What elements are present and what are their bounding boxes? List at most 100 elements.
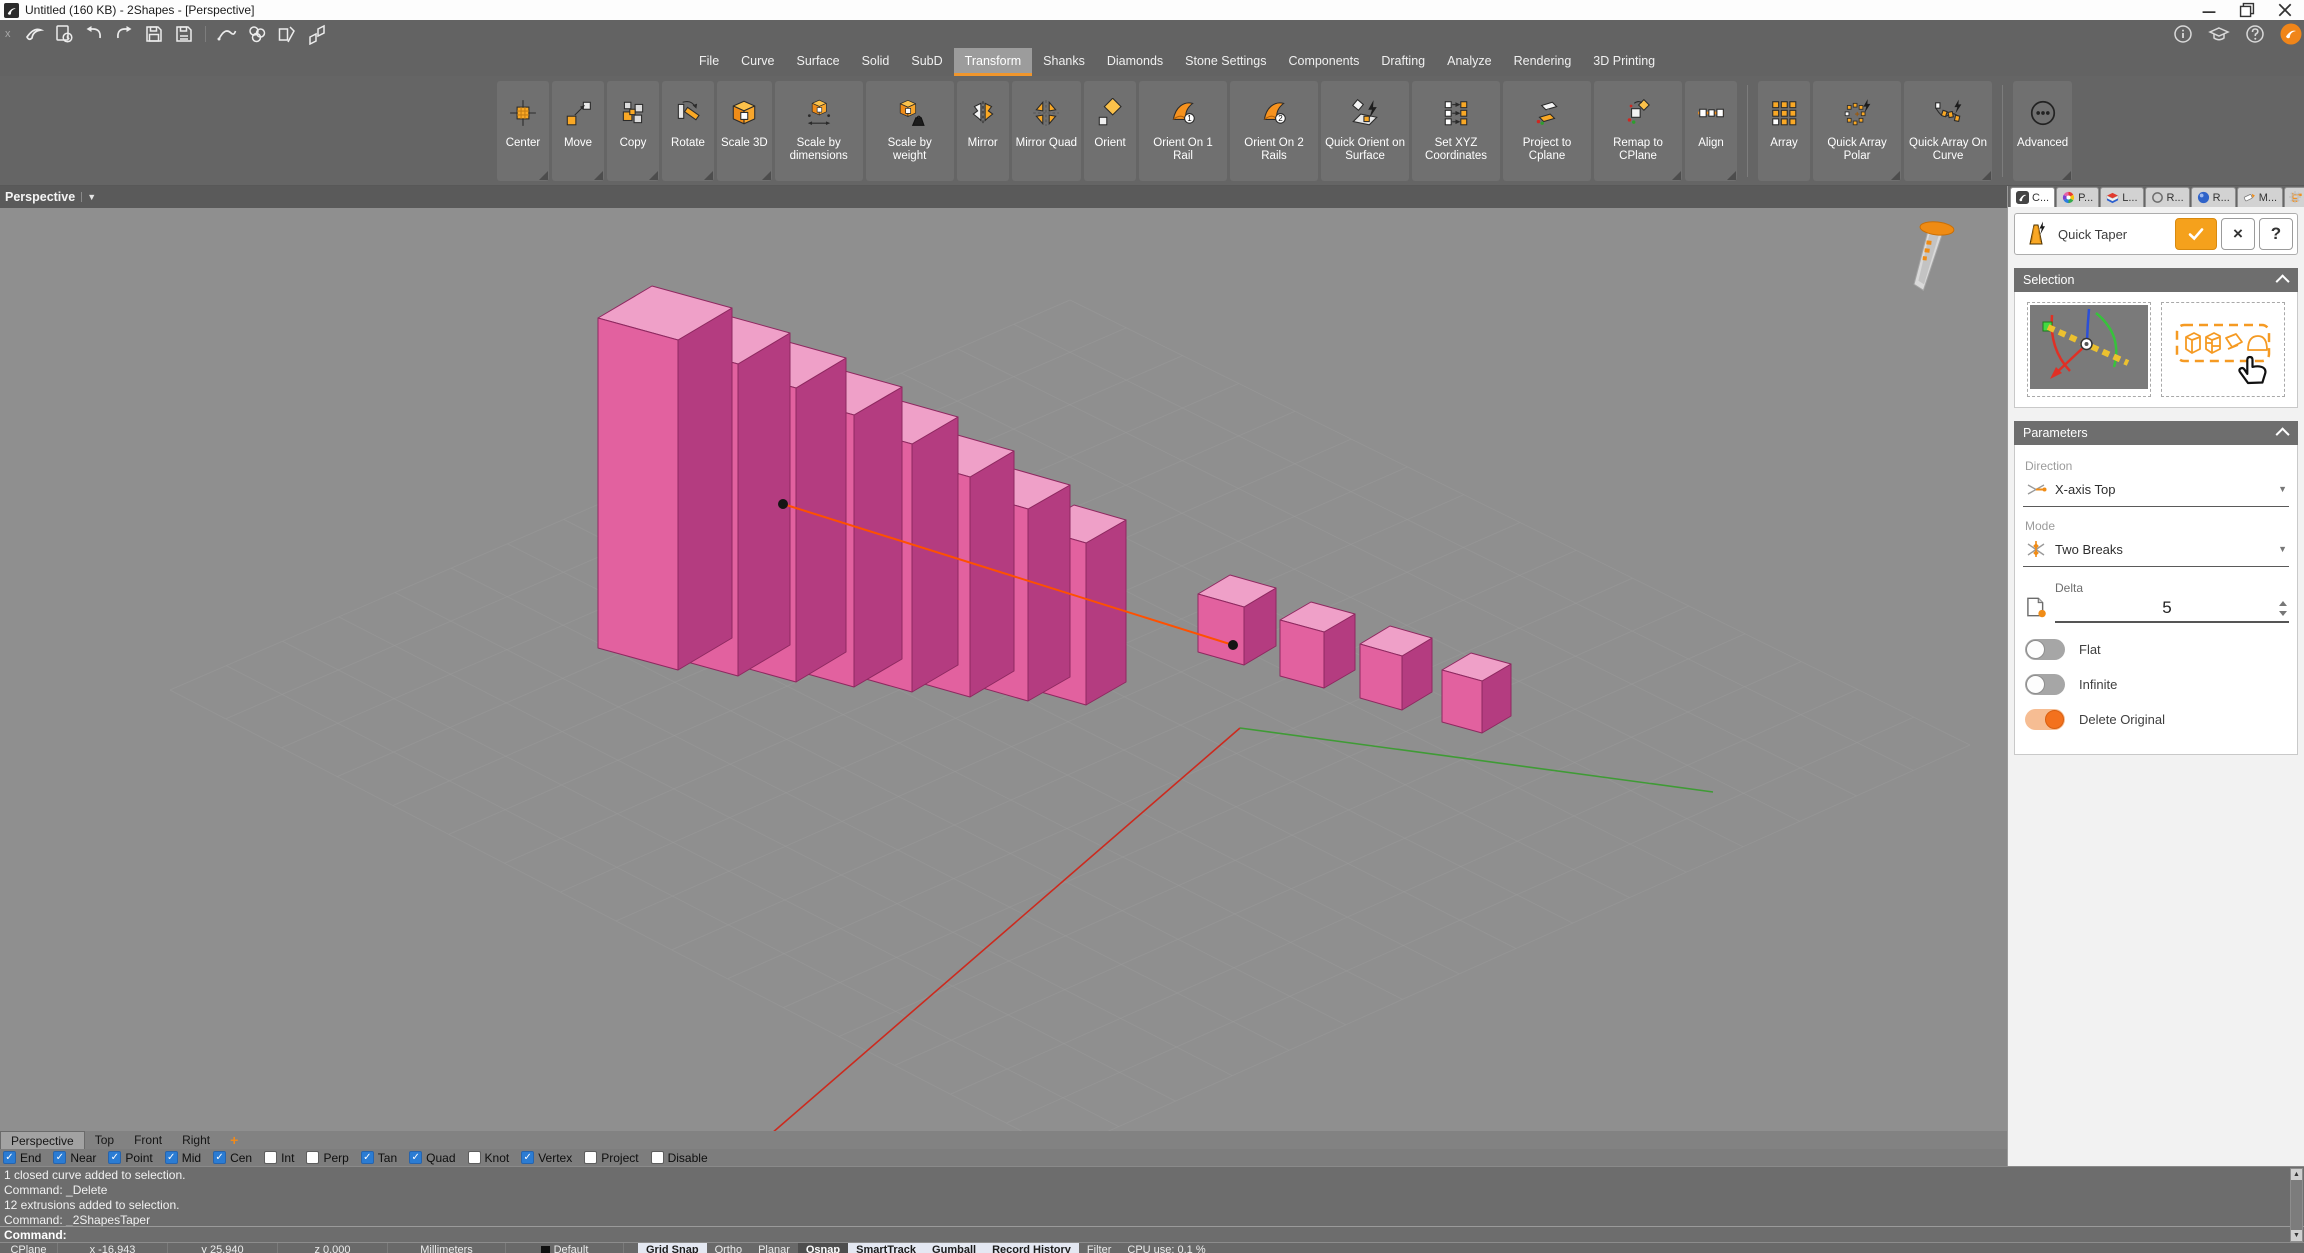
2shapes-badge-icon[interactable]: [2280, 23, 2302, 45]
ok-button[interactable]: [2175, 218, 2217, 250]
ribbon-button-rotate[interactable]: Rotate: [662, 81, 714, 181]
osnap-mid[interactable]: ✓Mid: [165, 1151, 201, 1165]
panel-tab-p[interactable]: P...: [2056, 187, 2099, 207]
ribbon-button-mirror[interactable]: Mirror: [957, 81, 1009, 181]
viewport-tab-front[interactable]: Front: [124, 1131, 172, 1149]
viewport-menu-dropdown-icon[interactable]: ▼: [81, 192, 96, 202]
osnap-vertex[interactable]: ✓Vertex: [521, 1151, 572, 1165]
osnap-point[interactable]: ✓Point: [108, 1151, 152, 1165]
panel-tab-r[interactable]: R...: [2145, 187, 2190, 207]
spinner-up-icon[interactable]: [2279, 601, 2287, 606]
menu-tab-rendering[interactable]: Rendering: [1503, 48, 1583, 76]
2shapes-logo-icon[interactable]: [23, 23, 45, 45]
viewport-canvas[interactable]: [0, 208, 2007, 1131]
ribbon-button-quick-array-on-curve[interactable]: Quick Array On Curve: [1904, 81, 1992, 181]
status-toggle-ortho[interactable]: Ortho: [707, 1243, 751, 1253]
ribbon-button-set-xyz-coordinates[interactable]: Set XYZ Coordinates: [1412, 81, 1500, 181]
status-toggle-grid-snap[interactable]: Grid Snap: [638, 1243, 707, 1253]
ribbon-button-scale-3d[interactable]: Scale 3D: [717, 81, 772, 181]
ribbon-button-copy[interactable]: Copy: [607, 81, 659, 181]
panel-tab-c[interactable]: C...: [2010, 187, 2055, 207]
ribbon-button-orient-on-1-rail[interactable]: 1Orient On 1 Rail: [1139, 81, 1227, 181]
info-icon[interactable]: [2172, 23, 2194, 45]
menu-tab-file[interactable]: File: [688, 48, 730, 76]
minimize-button[interactable]: [2190, 0, 2228, 20]
redo-icon[interactable]: [113, 23, 135, 45]
osnap-int[interactable]: Int: [264, 1151, 294, 1165]
infinite-toggle[interactable]: [2025, 674, 2065, 695]
menu-tab-surface[interactable]: Surface: [786, 48, 851, 76]
osnap-quad[interactable]: ✓Quad: [409, 1151, 455, 1165]
file-history-icon[interactable]: [53, 23, 75, 45]
menu-tab-shanks[interactable]: Shanks: [1032, 48, 1096, 76]
osnap-knot[interactable]: Knot: [468, 1151, 510, 1165]
panel-tab-m[interactable]: M...: [2237, 187, 2283, 207]
status-toggle-planar[interactable]: Planar: [750, 1243, 798, 1253]
toolbar-close-icon[interactable]: x: [5, 28, 11, 40]
osnap-end[interactable]: ✓End: [3, 1151, 41, 1165]
delete-original-toggle[interactable]: [2025, 709, 2065, 730]
menu-tab-components[interactable]: Components: [1277, 48, 1370, 76]
direction-dropdown[interactable]: X-axis Top ▼: [2023, 475, 2289, 507]
ribbon-button-array[interactable]: Array: [1758, 81, 1810, 181]
help-icon[interactable]: [2244, 23, 2266, 45]
ribbon-button-center[interactable]: Center: [497, 81, 549, 181]
solid-group-icon[interactable]: [246, 23, 268, 45]
status-toggle-filter[interactable]: Filter: [1079, 1243, 1119, 1253]
menu-tab-3d-printing[interactable]: 3D Printing: [1582, 48, 1666, 76]
osnap-cen[interactable]: ✓Cen: [213, 1151, 252, 1165]
flat-toggle[interactable]: [2025, 639, 2065, 660]
status-toggle-gumball[interactable]: Gumball: [924, 1243, 984, 1253]
ribbon-button-mirror-quad[interactable]: Mirror Quad: [1012, 81, 1081, 181]
add-viewport-tab-button[interactable]: +: [220, 1131, 248, 1149]
ribbon-button-orient-on-2-rails[interactable]: 2Orient On 2 Rails: [1230, 81, 1318, 181]
save-icon[interactable]: [143, 23, 165, 45]
direction-preview-thumbnail[interactable]: [2027, 302, 2151, 397]
viewport-tab-top[interactable]: Top: [85, 1131, 124, 1149]
ribbon-button-scale-by-weight[interactable]: Scale by weight: [866, 81, 954, 181]
osnap-tan[interactable]: ✓Tan: [361, 1151, 397, 1165]
delta-spinner[interactable]: [2279, 601, 2287, 616]
delta-input[interactable]: 5: [2055, 595, 2279, 621]
parameters-section-header[interactable]: Parameters: [2014, 421, 2298, 445]
ribbon-button-quick-orient-on-surface[interactable]: Quick Orient on Surface: [1321, 81, 1409, 181]
save-as-icon[interactable]: [173, 23, 195, 45]
panel-tab-r[interactable]: R...: [2191, 187, 2236, 207]
command-prompt-input[interactable]: Command:: [0, 1226, 2304, 1242]
ribbon-button-align[interactable]: Align: [1685, 81, 1737, 181]
scroll-up-icon[interactable]: ▲: [2291, 1169, 2302, 1180]
spinner-down-icon[interactable]: [2279, 611, 2287, 616]
academy-icon[interactable]: [2208, 23, 2230, 45]
curve-tool-icon[interactable]: [216, 23, 238, 45]
selection-section-header[interactable]: Selection: [2014, 268, 2298, 292]
ribbon-button-remap-to-cplane[interactable]: Remap to CPlane: [1594, 81, 1682, 181]
ribbon-button-scale-by-dimensions[interactable]: Scale by dimensions: [775, 81, 863, 181]
menu-tab-transform[interactable]: Transform: [954, 48, 1033, 76]
ribbon-button-project-to-cplane[interactable]: Project to Cplane: [1503, 81, 1591, 181]
viewport-title[interactable]: Perspective: [0, 190, 75, 204]
solid-split-icon[interactable]: [276, 23, 298, 45]
viewport-tab-right[interactable]: Right: [172, 1131, 220, 1149]
ribbon-button-advanced[interactable]: Advanced: [2013, 81, 2072, 181]
menu-tab-stone-settings[interactable]: Stone Settings: [1174, 48, 1277, 76]
osnap-perp[interactable]: Perp: [306, 1151, 348, 1165]
menu-tab-curve[interactable]: Curve: [730, 48, 785, 76]
ribbon-button-orient[interactable]: Orient: [1084, 81, 1136, 181]
menu-tab-drafting[interactable]: Drafting: [1370, 48, 1436, 76]
osnap-disable[interactable]: Disable: [651, 1151, 708, 1165]
ribbon-button-move[interactable]: Move: [552, 81, 604, 181]
close-button[interactable]: [2266, 0, 2304, 20]
menu-tab-subd[interactable]: SubD: [900, 48, 953, 76]
ribbon-button-quick-array-polar[interactable]: Quick Array Polar: [1813, 81, 1901, 181]
undo-icon[interactable]: [83, 23, 105, 45]
menu-tab-solid[interactable]: Solid: [851, 48, 901, 76]
menu-tab-diamonds[interactable]: Diamonds: [1096, 48, 1174, 76]
status-toggle-smarttrack[interactable]: SmartTrack: [848, 1243, 924, 1253]
menu-tab-analyze[interactable]: Analyze: [1436, 48, 1502, 76]
status-toggle-osnap[interactable]: Osnap: [798, 1243, 848, 1253]
osnap-near[interactable]: ✓Near: [53, 1151, 96, 1165]
status-toggle-record-history[interactable]: Record History: [984, 1243, 1079, 1253]
command-scrollbar[interactable]: ▲ ▼: [2290, 1168, 2303, 1242]
scroll-down-icon[interactable]: ▼: [2291, 1230, 2302, 1241]
osnap-project[interactable]: Project: [584, 1151, 638, 1165]
